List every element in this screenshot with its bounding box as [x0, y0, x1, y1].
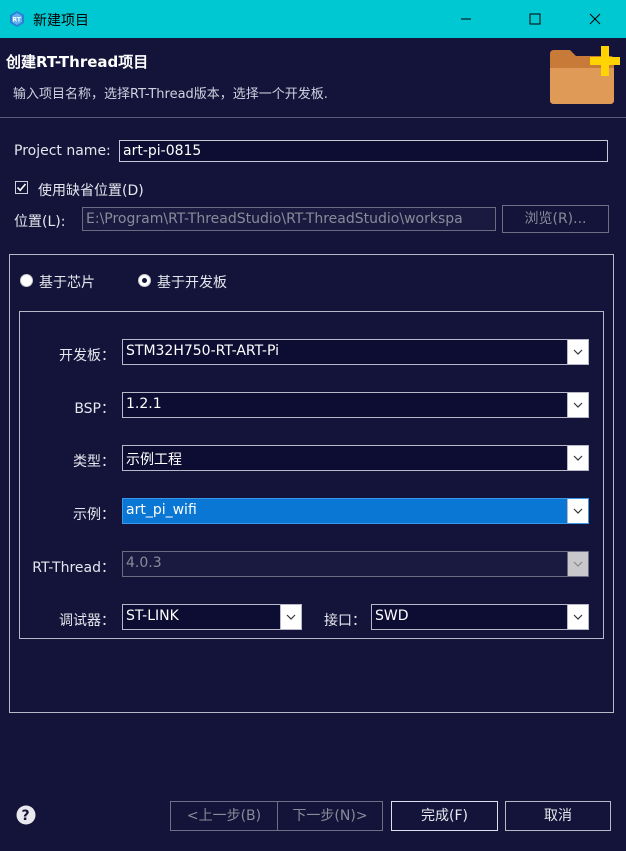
new-folder-icon — [550, 46, 620, 104]
browse-button[interactable]: 浏览(R)... — [502, 205, 609, 233]
finish-button[interactable]: 完成(F) — [391, 801, 498, 831]
based-on-chip-radio[interactable] — [20, 274, 33, 287]
chevron-down-icon — [567, 552, 588, 576]
chevron-down-icon[interactable] — [567, 605, 588, 629]
wizard-description: 输入项目名称，选择RT-Thread版本，选择一个开发板. — [13, 87, 328, 102]
close-icon — [589, 13, 601, 25]
chevron-down-icon[interactable] — [280, 605, 301, 629]
interface-select[interactable]: SWD — [371, 604, 589, 630]
maximize-icon — [529, 13, 541, 25]
minimize-button[interactable] — [443, 0, 489, 38]
interface-value: SWD — [375, 608, 409, 624]
help-icon[interactable]: ? — [16, 805, 36, 825]
board-value: STM32H750-RT-ART-Pi — [126, 343, 279, 359]
type-label: 类型： — [73, 454, 115, 470]
wizard-header: 创建RT-Thread项目 输入项目名称，选择RT-Thread版本，选择一个开… — [0, 38, 626, 117]
window-title: 新建项目 — [33, 13, 89, 29]
rtthread-version-label: RT-Thread： — [32, 560, 115, 576]
example-select[interactable]: art_pi_wifi — [122, 498, 589, 524]
location-input[interactable]: E:\Program\RT-ThreadStudio\RT-ThreadStud… — [82, 207, 496, 231]
board-label: 开发板： — [59, 348, 115, 364]
board-select[interactable]: STM32H750-RT-ART-Pi — [122, 339, 589, 365]
example-value: art_pi_wifi — [126, 502, 197, 518]
project-name-label: Project name: — [14, 143, 111, 159]
use-default-location-checkbox[interactable] — [15, 181, 28, 194]
rtthread-version-value: 4.0.3 — [126, 555, 162, 571]
debugger-select[interactable]: ST-LINK — [122, 604, 302, 630]
chevron-down-icon[interactable] — [567, 393, 588, 417]
chevron-down-icon[interactable] — [567, 446, 588, 470]
debugger-label: 调试器： — [59, 613, 115, 629]
based-on-chip-label: 基于芯片 — [39, 275, 95, 291]
use-default-location-label: 使用缺省位置(D) — [38, 183, 144, 199]
checkmark-icon — [16, 183, 27, 192]
debugger-value: ST-LINK — [126, 608, 179, 624]
minimize-icon — [461, 18, 471, 20]
based-on-board-radio[interactable] — [138, 274, 151, 287]
maximize-button[interactable] — [512, 0, 558, 38]
wizard-title: 创建RT-Thread项目 — [6, 53, 149, 71]
previous-button[interactable]: <上一步(B) — [170, 801, 278, 831]
based-on-board-label: 基于开发板 — [157, 275, 227, 291]
chevron-down-icon[interactable] — [567, 499, 588, 523]
example-label: 示例： — [73, 507, 115, 523]
bsp-label: BSP： — [74, 401, 115, 417]
close-button[interactable] — [572, 0, 618, 38]
rtthread-version-select[interactable]: 4.0.3 — [122, 551, 589, 577]
rt-thread-logo-icon: RT — [10, 11, 24, 27]
cancel-button[interactable]: 取消 — [505, 801, 611, 831]
next-button[interactable]: 下一步(N)> — [277, 801, 383, 831]
type-select[interactable]: 示例工程 — [122, 445, 589, 471]
chevron-down-icon[interactable] — [567, 340, 588, 364]
svg-text:RT: RT — [13, 17, 22, 24]
bsp-value: 1.2.1 — [126, 396, 162, 412]
project-name-input[interactable]: art-pi-0815 — [119, 140, 608, 162]
header-separator — [0, 117, 626, 118]
title-bar: RT 新建项目 — [0, 0, 626, 38]
bsp-select[interactable]: 1.2.1 — [122, 392, 589, 418]
location-label: 位置(L): — [14, 214, 66, 230]
svg-text:?: ? — [22, 808, 30, 824]
type-value: 示例工程 — [126, 452, 182, 468]
interface-label: 接口： — [324, 613, 366, 629]
